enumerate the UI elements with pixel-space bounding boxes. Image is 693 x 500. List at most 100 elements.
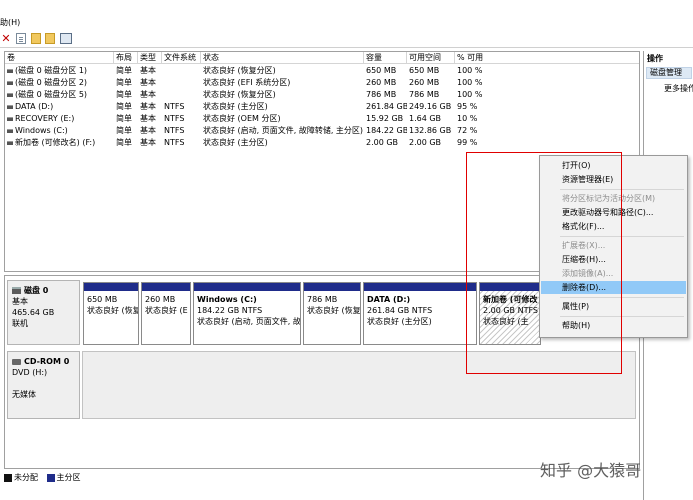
cell-status: 状态良好 (恢复分区) [203, 66, 276, 75]
volume-icon [7, 80, 13, 85]
actions-title: 操作 [647, 54, 663, 63]
cdrom-0-label[interactable]: CD-ROM 0 DVD (H:) 无媒体 [7, 351, 80, 419]
folder-icon[interactable] [45, 33, 55, 44]
column-header-filesystem[interactable]: 文件系统 [162, 52, 201, 63]
cell-free-space: 1.64 GB [409, 114, 442, 123]
table-row[interactable]: RECOVERY (E:) 简单 基本 NTFS 状态良好 (OEM 分区) 1… [5, 113, 639, 125]
cell-capacity: 2.00 GB [366, 138, 399, 147]
column-header-status[interactable]: 状态 [201, 52, 364, 63]
cell-volume: (磁盘 0 磁盘分区 5) [15, 90, 88, 99]
partition-efi[interactable]: 260 MB 状态良好 (E [141, 282, 191, 345]
table-row[interactable]: Windows (C:) 简单 基本 NTFS 状态良好 (启动, 页面文件, … [5, 125, 639, 137]
partition-bar [364, 283, 476, 291]
table-row[interactable]: (磁盘 0 磁盘分区 5) 简单 基本 状态良好 (恢复分区) 786 MB 7… [5, 89, 639, 101]
cell-capacity: 786 MB [366, 90, 397, 99]
cell-filesystem: NTFS [164, 114, 185, 123]
cell-filesystem: NTFS [164, 126, 185, 135]
cell-percent-free: 99 % [457, 138, 478, 147]
cell-capacity: 650 MB [366, 66, 397, 75]
cell-type: 基本 [140, 66, 156, 75]
annotation-highlight-box [466, 152, 622, 374]
cell-type: 基本 [140, 78, 156, 87]
partition-size: 786 MB [307, 295, 338, 304]
panel-icon[interactable] [60, 33, 72, 44]
cell-filesystem [162, 89, 201, 101]
cell-percent-free: 100 % [457, 90, 483, 99]
menu-help[interactable]: 助(H) [0, 17, 20, 28]
cdrom-type: DVD (H:) [12, 368, 48, 377]
partition-size: 184.22 GB NTFS [197, 306, 263, 315]
legend-swatch-unallocated [4, 473, 12, 482]
table-row[interactable]: (磁盘 0 磁盘分区 1) 简单 基本 状态良好 (恢复分区) 650 MB 6… [5, 65, 639, 77]
cell-status: 状态良好 (主分区) [203, 138, 268, 147]
cell-layout: 简单 [116, 114, 132, 123]
disk-type: 基本 [12, 297, 28, 306]
column-header-type[interactable]: 类型 [138, 52, 162, 63]
cell-filesystem: NTFS [164, 138, 185, 147]
cell-volume: 新加卷 (可修改名) (F:) [15, 138, 96, 147]
partition-status: 状态良好 (恢复 [307, 306, 361, 315]
partition-name: Windows (C:) [197, 295, 257, 304]
cell-capacity: 15.92 GB [366, 114, 404, 123]
delete-icon[interactable]: ✕ [1, 33, 11, 44]
cell-free-space: 132.86 GB [409, 126, 452, 135]
partition-bar [142, 283, 190, 291]
menu-bar: 助(H) [0, 14, 693, 32]
cdrom-icon [12, 358, 21, 365]
volume-list-header: 卷 布局 类型 文件系统 状态 容量 可用空间 % 可用 [5, 52, 639, 64]
actions-item-disk-management[interactable]: 磁盘管理 [646, 67, 692, 79]
actions-item-more[interactable]: 更多操作 [664, 83, 693, 94]
cell-free-space: 650 MB [409, 66, 440, 75]
cell-percent-free: 10 % [457, 114, 478, 123]
cell-type: 基本 [140, 114, 156, 123]
partition-status: 状态良好 (恢复 [87, 306, 139, 315]
cell-status: 状态良好 (EFI 系统分区) [203, 78, 291, 87]
table-row[interactable]: 新加卷 (可修改名) (F:) 简单 基本 NTFS 状态良好 (主分区) 2.… [5, 137, 639, 149]
cell-free-space: 260 MB [409, 78, 440, 87]
volume-icon [7, 116, 13, 121]
cell-type: 基本 [140, 126, 156, 135]
partition-status: 状态良好 (E [145, 306, 188, 315]
column-header-volume[interactable]: 卷 [5, 52, 114, 63]
cell-layout: 简单 [116, 126, 132, 135]
column-header-layout[interactable]: 布局 [114, 52, 138, 63]
column-header-capacity[interactable]: 容量 [364, 52, 407, 63]
cell-status: 状态良好 (OEM 分区) [203, 114, 281, 123]
partition-recovery-5[interactable]: 786 MB 状态良好 (恢复 [303, 282, 361, 345]
partition-status: 状态良好 (启动, 页面文件, 故 [197, 317, 301, 326]
cell-filesystem [162, 77, 201, 89]
partition-size: 261.84 GB NTFS [367, 306, 433, 315]
partition-data-d[interactable]: DATA (D:) 261.84 GB NTFS 状态良好 (主分区) [363, 282, 477, 345]
volume-icon [7, 140, 13, 145]
legend-label-unallocated: 未分配 [14, 473, 38, 482]
watermark: 知乎 @大猿哥 [540, 461, 642, 480]
column-header-free-space[interactable]: 可用空间 [407, 52, 455, 63]
disk-0-label[interactable]: 磁盘 0 基本 465.64 GB 联机 [7, 280, 80, 345]
column-header-percent-free[interactable]: % 可用 [455, 52, 639, 63]
cdrom-status: 无媒体 [12, 390, 36, 399]
volume-icon [7, 104, 13, 109]
table-row[interactable]: (磁盘 0 磁盘分区 2) 简单 基本 状态良好 (EFI 系统分区) 260 … [5, 77, 639, 89]
partition-recovery-1[interactable]: 650 MB 状态良好 (恢复 [83, 282, 139, 345]
legend-label-primary: 主分区 [56, 473, 81, 482]
cell-free-space: 2.00 GB [409, 138, 442, 147]
cell-type: 基本 [140, 138, 156, 147]
volume-icon [7, 128, 13, 133]
cell-volume: RECOVERY (E:) [15, 114, 75, 123]
disk-icon [12, 287, 21, 294]
cell-filesystem: NTFS [164, 102, 185, 111]
partition-size: 260 MB [145, 295, 176, 304]
cell-capacity: 261.84 GB [366, 102, 407, 111]
table-row[interactable]: DATA (D:) 简单 基本 NTFS 状态良好 (主分区) 261.84 G… [5, 101, 639, 113]
partition-status: 状态良好 (主分区) [367, 317, 432, 326]
partition-bar [194, 283, 300, 291]
partition-size: 650 MB [87, 295, 118, 304]
cell-layout: 简单 [116, 78, 132, 87]
partition-windows-c[interactable]: Windows (C:) 184.22 GB NTFS 状态良好 (启动, 页面… [193, 282, 301, 345]
folder-icon[interactable] [31, 33, 41, 44]
cell-layout: 简单 [116, 66, 132, 75]
partition-bar [84, 283, 138, 291]
cell-free-space: 786 MB [409, 90, 440, 99]
cell-filesystem [162, 65, 201, 77]
properties-icon[interactable] [16, 33, 26, 44]
